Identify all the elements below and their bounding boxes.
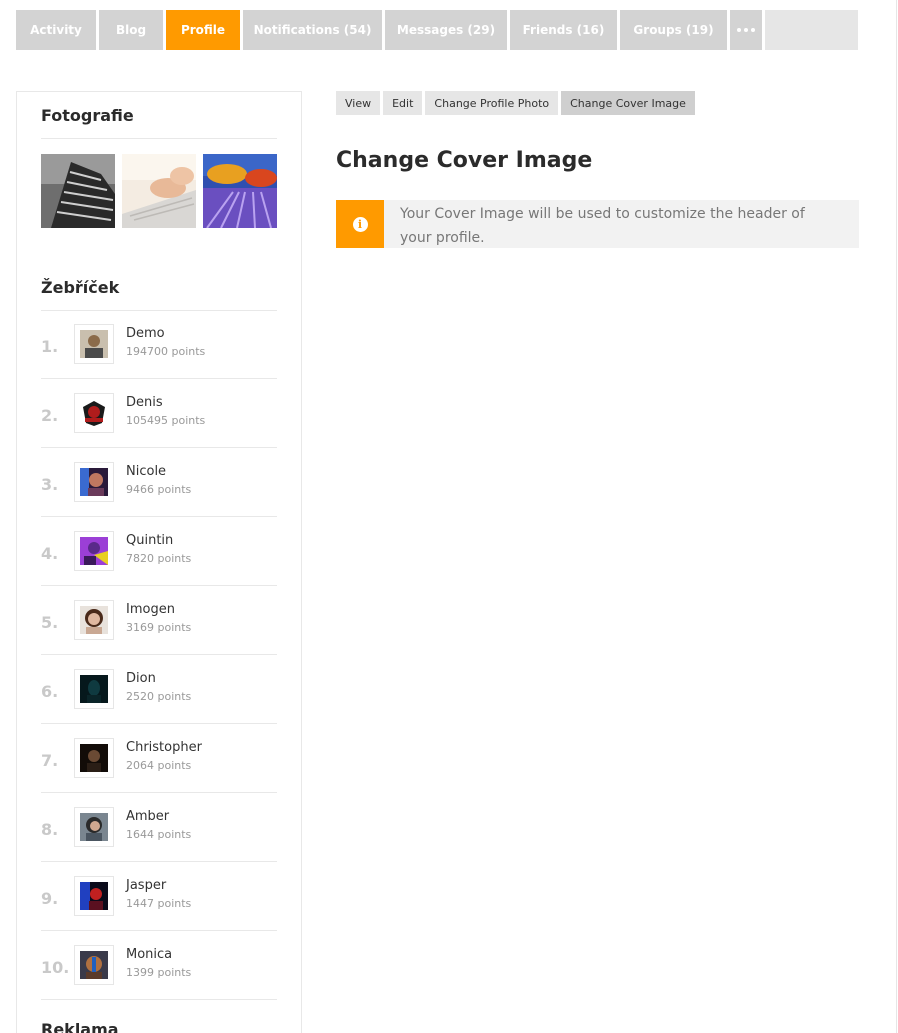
more-button[interactable] <box>730 10 762 50</box>
rank-number: 2. <box>41 406 59 425</box>
avatar[interactable] <box>74 462 114 502</box>
ranking-item: 3. Nicole 9466 points <box>41 448 277 517</box>
member-name[interactable]: Imogen <box>126 602 175 617</box>
avatar[interactable] <box>74 807 114 847</box>
member-points: 194700 points <box>126 345 206 358</box>
avatar[interactable] <box>74 669 114 709</box>
tab-groups[interactable]: Groups (19) <box>620 10 727 50</box>
rank-number: 6. <box>41 682 59 701</box>
profile-subnav: View Edit Change Profile Photo Change Co… <box>336 91 698 115</box>
member-name[interactable]: Denis <box>126 395 163 410</box>
member-name[interactable]: Monica <box>126 947 172 962</box>
subtab-view[interactable]: View <box>336 91 381 115</box>
subtab-change-cover-image[interactable]: Change Cover Image <box>561 91 695 115</box>
avatar[interactable] <box>74 531 114 571</box>
subtab-edit[interactable]: Edit <box>383 91 423 115</box>
ranking-item: 9. Jasper 1447 points <box>41 862 277 931</box>
member-name[interactable]: Quintin <box>126 533 173 548</box>
sidebar: Fotografie Žebříček 1. Demo 194700 point… <box>16 91 302 1033</box>
subtab-change-profile-photo[interactable]: Change Profile Photo <box>425 91 559 115</box>
ranking-item: 1. Demo 194700 points <box>41 310 277 379</box>
divider <box>41 138 277 139</box>
member-name[interactable]: Dion <box>126 671 156 686</box>
member-points: 2064 points <box>126 759 192 772</box>
profile-nav: Activity Blog Profile Notifications (54)… <box>16 10 858 50</box>
rank-number: 8. <box>41 820 59 839</box>
member-points: 3169 points <box>126 621 192 634</box>
ranking-item: 5. Imogen 3169 points <box>41 586 277 655</box>
member-name[interactable]: Jasper <box>126 878 166 893</box>
avatar[interactable] <box>74 945 114 985</box>
member-points: 105495 points <box>126 414 206 427</box>
avatar[interactable] <box>74 738 114 778</box>
ranking-item: 6. Dion 2520 points <box>41 655 277 724</box>
ranking-item: 7. Christopher 2064 points <box>41 724 277 793</box>
rank-number: 4. <box>41 544 59 563</box>
tab-messages[interactable]: Messages (29) <box>385 10 507 50</box>
member-points: 9466 points <box>126 483 192 496</box>
ranking-item: 4. Quintin 7820 points <box>41 517 277 586</box>
member-points: 1644 points <box>126 828 192 841</box>
avatar[interactable] <box>74 876 114 916</box>
tab-blog[interactable]: Blog <box>99 10 163 50</box>
notice-icon-box: i <box>336 200 384 248</box>
member-name[interactable]: Demo <box>126 326 165 341</box>
ranking-list: 1. Demo 194700 points 2. Denis 105495 po… <box>41 310 277 1000</box>
photos-widget-title: Fotografie <box>41 106 134 125</box>
rank-number: 10. <box>41 958 70 977</box>
rank-number: 1. <box>41 337 59 356</box>
tab-activity[interactable]: Activity <box>16 10 96 50</box>
ranking-widget-title: Žebříček <box>41 278 120 297</box>
member-points: 7820 points <box>126 552 192 565</box>
page-divider <box>896 0 897 1033</box>
avatar[interactable] <box>74 324 114 364</box>
info-notice: i Your Cover Image will be used to custo… <box>336 200 859 248</box>
ranking-item: 10. Monica 1399 points <box>41 931 277 1000</box>
member-name[interactable]: Christopher <box>126 740 202 755</box>
avatar[interactable] <box>74 393 114 433</box>
member-points: 1447 points <box>126 897 192 910</box>
page-title: Change Cover Image <box>336 148 593 173</box>
member-points: 1399 points <box>126 966 192 979</box>
ellipsis-icon <box>737 28 741 32</box>
notice-text: Your Cover Image will be used to customi… <box>400 206 805 246</box>
photo-thumbnail-building[interactable] <box>41 154 115 228</box>
member-points: 2520 points <box>126 690 192 703</box>
tab-notifications[interactable]: Notifications (54) <box>243 10 382 50</box>
rank-number: 9. <box>41 889 59 908</box>
member-name[interactable]: Nicole <box>126 464 166 479</box>
photo-gallery <box>41 154 284 228</box>
info-icon: i <box>352 216 368 232</box>
ads-widget-title: Reklama <box>41 1020 119 1033</box>
avatar[interactable] <box>74 600 114 640</box>
ranking-item: 8. Amber 1644 points <box>41 793 277 862</box>
photo-thumbnail-laptop[interactable] <box>122 154 196 228</box>
tab-friends[interactable]: Friends (16) <box>510 10 617 50</box>
rank-number: 5. <box>41 613 59 632</box>
rank-number: 3. <box>41 475 59 494</box>
nav-filler <box>765 10 858 50</box>
tab-profile[interactable]: Profile <box>166 10 240 50</box>
photo-thumbnail-lavender[interactable] <box>203 154 277 228</box>
member-name[interactable]: Amber <box>126 809 169 824</box>
rank-number: 7. <box>41 751 59 770</box>
ranking-item: 2. Denis 105495 points <box>41 379 277 448</box>
